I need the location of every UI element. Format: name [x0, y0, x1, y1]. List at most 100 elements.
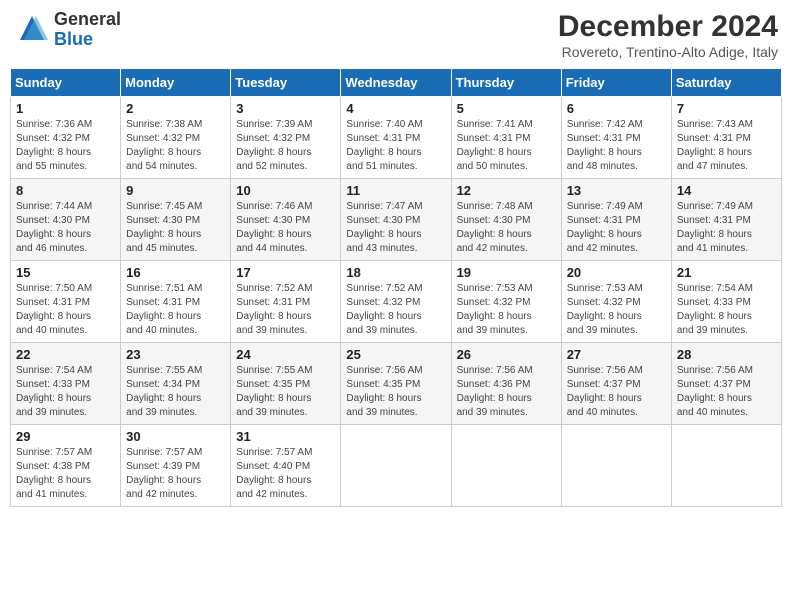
day-number: 26 [457, 347, 556, 362]
calendar-header: SundayMondayTuesdayWednesdayThursdayFrid… [11, 69, 782, 97]
day-cell-27: 27 Sunrise: 7:56 AMSunset: 4:37 PMDayligh… [561, 343, 671, 425]
day-number: 17 [236, 265, 335, 280]
day-info: Sunrise: 7:50 AMSunset: 4:31 PMDaylight:… [16, 282, 115, 338]
calendar-week-4: 22Sunrise: 7:54 AMSunset: 4:33 PMDayligh… [11, 343, 782, 425]
day-info: Sunrise: 7:56 AMSunset: 4:37 PMDaylight:… [677, 364, 776, 420]
day-info: Sunrise: 7:39 AMSunset: 4:32 PMDaylight:… [236, 118, 335, 174]
weekday-header-sunday: Sunday [11, 69, 121, 97]
day-cell-17: 17 Sunrise: 7:52 AMSunset: 4:31 PMDayligh… [231, 261, 341, 343]
calendar-week-3: 15 Sunrise: 7:50 AMSunset: 4:31 PMDayligh… [11, 261, 782, 343]
day-info: Sunrise: 7:54 AMSunset: 4:33 PMDaylight:… [16, 364, 115, 420]
day-cell-18: 18 Sunrise: 7:52 AMSunset: 4:32 PMDayligh… [341, 261, 451, 343]
day-number: 20 [567, 265, 666, 280]
day-info: Sunrise: 7:52 AMSunset: 4:31 PMDaylight:… [236, 282, 335, 338]
calendar-week-2: 8Sunrise: 7:44 AMSunset: 4:30 PMDaylight… [11, 179, 782, 261]
day-number: 24 [236, 347, 335, 362]
day-info: Sunrise: 7:38 AMSunset: 4:32 PMDaylight:… [126, 118, 225, 174]
day-info: Sunrise: 7:43 AMSunset: 4:31 PMDaylight:… [677, 118, 776, 174]
day-info: Sunrise: 7:36 AMSunset: 4:32 PMDaylight:… [16, 118, 115, 174]
day-cell-1: 1 Sunrise: 7:36 AMSunset: 4:32 PMDaylight… [11, 97, 121, 179]
day-info: Sunrise: 7:49 AMSunset: 4:31 PMDaylight:… [567, 200, 666, 256]
weekday-header-wednesday: Wednesday [341, 69, 451, 97]
day-cell-8: 8Sunrise: 7:44 AMSunset: 4:30 PMDaylight… [11, 179, 121, 261]
day-number: 14 [677, 183, 776, 198]
weekday-row: SundayMondayTuesdayWednesdayThursdayFrid… [11, 69, 782, 97]
logo-general: General [54, 10, 121, 30]
logo-text: General Blue [54, 10, 121, 50]
day-number: 15 [16, 265, 115, 280]
day-cell-6: 6 Sunrise: 7:42 AMSunset: 4:31 PMDaylight… [561, 97, 671, 179]
day-number: 21 [677, 265, 776, 280]
logo-icon [14, 12, 50, 48]
day-number: 9 [126, 183, 225, 198]
day-cell-3: 3 Sunrise: 7:39 AMSunset: 4:32 PMDaylight… [231, 97, 341, 179]
calendar-week-1: 1 Sunrise: 7:36 AMSunset: 4:32 PMDaylight… [11, 97, 782, 179]
day-info: Sunrise: 7:56 AMSunset: 4:37 PMDaylight:… [567, 364, 666, 420]
weekday-header-saturday: Saturday [671, 69, 781, 97]
day-number: 2 [126, 101, 225, 116]
day-number: 11 [346, 183, 445, 198]
day-number: 6 [567, 101, 666, 116]
location: Rovereto, Trentino-Alto Adige, Italy [558, 44, 778, 60]
day-number: 27 [567, 347, 666, 362]
day-info: Sunrise: 7:48 AMSunset: 4:30 PMDaylight:… [457, 200, 556, 256]
empty-cell [451, 425, 561, 507]
day-cell-10: 10 Sunrise: 7:46 AMSunset: 4:30 PMDayligh… [231, 179, 341, 261]
day-number: 4 [346, 101, 445, 116]
day-info: Sunrise: 7:49 AMSunset: 4:31 PMDaylight:… [677, 200, 776, 256]
day-cell-16: 16 Sunrise: 7:51 AMSunset: 4:31 PMDayligh… [121, 261, 231, 343]
day-info: Sunrise: 7:54 AMSunset: 4:33 PMDaylight:… [677, 282, 776, 338]
day-number: 18 [346, 265, 445, 280]
day-info: Sunrise: 7:56 AMSunset: 4:35 PMDaylight:… [346, 364, 445, 420]
logo-blue: Blue [54, 30, 121, 50]
day-number: 1 [16, 101, 115, 116]
weekday-header-friday: Friday [561, 69, 671, 97]
day-number: 8 [16, 183, 115, 198]
day-info: Sunrise: 7:52 AMSunset: 4:32 PMDaylight:… [346, 282, 445, 338]
month-title: December 2024 [558, 10, 778, 44]
day-info: Sunrise: 7:42 AMSunset: 4:31 PMDaylight:… [567, 118, 666, 174]
day-number: 30 [126, 429, 225, 444]
day-cell-24: 24 Sunrise: 7:55 AMSunset: 4:35 PMDayligh… [231, 343, 341, 425]
day-info: Sunrise: 7:51 AMSunset: 4:31 PMDaylight:… [126, 282, 225, 338]
day-cell-7: 7 Sunrise: 7:43 AMSunset: 4:31 PMDaylight… [671, 97, 781, 179]
day-number: 7 [677, 101, 776, 116]
day-number: 29 [16, 429, 115, 444]
day-cell-9: 9Sunrise: 7:45 AMSunset: 4:30 PMDaylight… [121, 179, 231, 261]
day-info: Sunrise: 7:47 AMSunset: 4:30 PMDaylight:… [346, 200, 445, 256]
day-number: 25 [346, 347, 445, 362]
day-info: Sunrise: 7:56 AMSunset: 4:36 PMDaylight:… [457, 364, 556, 420]
day-info: Sunrise: 7:55 AMSunset: 4:34 PMDaylight:… [126, 364, 225, 420]
day-number: 23 [126, 347, 225, 362]
day-info: Sunrise: 7:55 AMSunset: 4:35 PMDaylight:… [236, 364, 335, 420]
day-cell-13: 13Sunrise: 7:49 AMSunset: 4:31 PMDayligh… [561, 179, 671, 261]
day-cell-23: 23 Sunrise: 7:55 AMSunset: 4:34 PMDayligh… [121, 343, 231, 425]
day-number: 3 [236, 101, 335, 116]
day-cell-22: 22Sunrise: 7:54 AMSunset: 4:33 PMDayligh… [11, 343, 121, 425]
empty-cell [561, 425, 671, 507]
day-info: Sunrise: 7:40 AMSunset: 4:31 PMDaylight:… [346, 118, 445, 174]
logo: General Blue [14, 10, 121, 50]
calendar: SundayMondayTuesdayWednesdayThursdayFrid… [10, 68, 782, 507]
day-cell-30: 30 Sunrise: 7:57 AMSunset: 4:39 PMDayligh… [121, 425, 231, 507]
day-cell-20: 20Sunrise: 7:53 AMSunset: 4:32 PMDayligh… [561, 261, 671, 343]
day-number: 5 [457, 101, 556, 116]
empty-cell [671, 425, 781, 507]
day-number: 28 [677, 347, 776, 362]
day-info: Sunrise: 7:41 AMSunset: 4:31 PMDaylight:… [457, 118, 556, 174]
weekday-header-monday: Monday [121, 69, 231, 97]
calendar-body: 1 Sunrise: 7:36 AMSunset: 4:32 PMDaylight… [11, 97, 782, 507]
day-cell-19: 19Sunrise: 7:53 AMSunset: 4:32 PMDayligh… [451, 261, 561, 343]
day-number: 10 [236, 183, 335, 198]
day-cell-29: 29Sunrise: 7:57 AMSunset: 4:38 PMDayligh… [11, 425, 121, 507]
weekday-header-thursday: Thursday [451, 69, 561, 97]
day-info: Sunrise: 7:53 AMSunset: 4:32 PMDaylight:… [457, 282, 556, 338]
title-section: December 2024 Rovereto, Trentino-Alto Ad… [558, 10, 778, 60]
day-cell-11: 11 Sunrise: 7:47 AMSunset: 4:30 PMDayligh… [341, 179, 451, 261]
day-info: Sunrise: 7:46 AMSunset: 4:30 PMDaylight:… [236, 200, 335, 256]
day-cell-31: 31Sunrise: 7:57 AMSunset: 4:40 PMDayligh… [231, 425, 341, 507]
day-info: Sunrise: 7:57 AMSunset: 4:39 PMDaylight:… [126, 446, 225, 502]
day-cell-4: 4 Sunrise: 7:40 AMSunset: 4:31 PMDaylight… [341, 97, 451, 179]
day-number: 16 [126, 265, 225, 280]
day-info: Sunrise: 7:57 AMSunset: 4:40 PMDaylight:… [236, 446, 335, 502]
